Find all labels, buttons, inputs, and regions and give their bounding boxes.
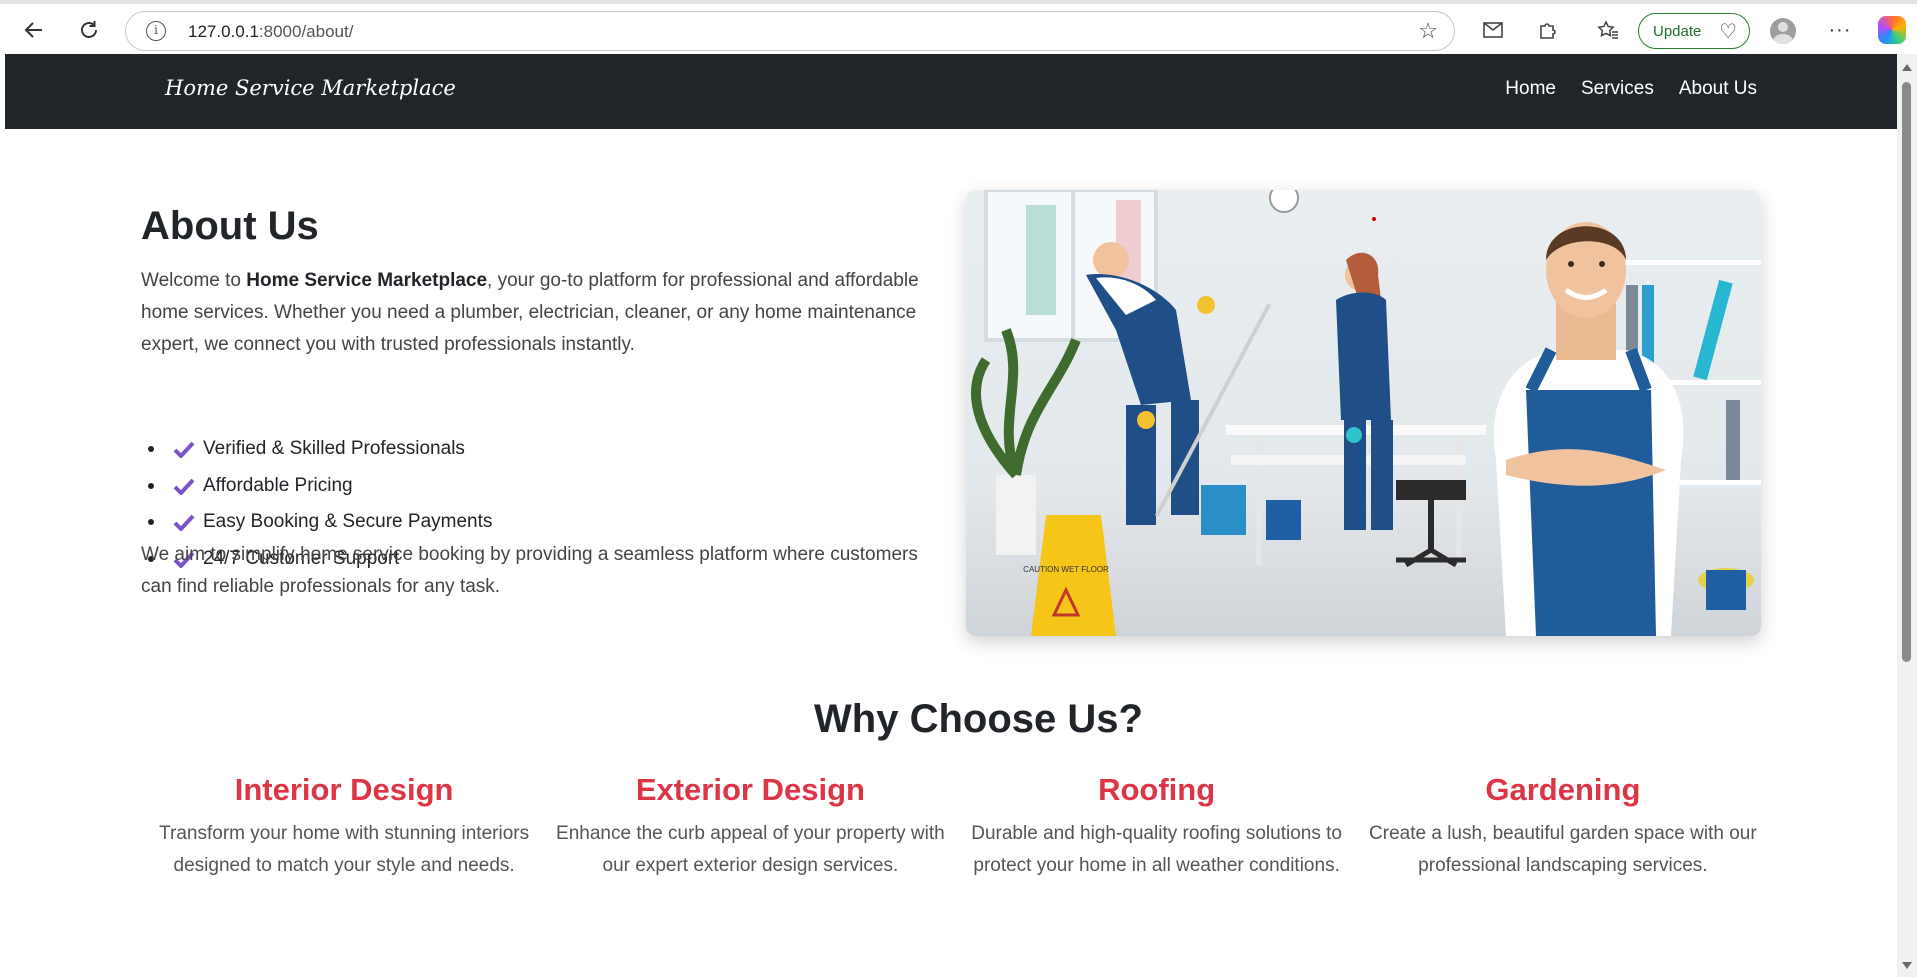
- service-desc: Durable and high-quality roofing solutio…: [971, 823, 1342, 876]
- site-info-icon[interactable]: i: [146, 21, 166, 41]
- scrollbar-thumb[interactable]: [1902, 82, 1911, 662]
- extensions-button[interactable]: [1530, 12, 1566, 48]
- brand-logo[interactable]: Home Service Marketplace: [165, 76, 456, 100]
- list-item: Affordable Pricing: [141, 468, 492, 505]
- service-desc: Transform your home with stunning interi…: [159, 823, 530, 876]
- page-viewport: Home Service Marketplace Home Services A…: [5, 54, 1897, 977]
- reload-button[interactable]: [71, 12, 107, 48]
- update-label: Update: [1653, 22, 1702, 40]
- about-mission: We aim to simplify home service booking …: [141, 544, 918, 597]
- back-button[interactable]: [16, 12, 52, 48]
- service-card-gardening: Gardening Create a lush, beautiful garde…: [1360, 772, 1766, 882]
- wet-floor-sign-text: CAUTION WET FLOOR: [1023, 565, 1109, 574]
- nav-links: Home Services About Us: [1505, 78, 1757, 100]
- check-icon: [173, 514, 195, 532]
- mail-icon: [1483, 22, 1503, 38]
- service-desc: Create a lush, beautiful garden space wi…: [1369, 823, 1757, 876]
- check-icon: [173, 441, 195, 459]
- favorites-button[interactable]: [1590, 12, 1626, 48]
- page-scrollbar[interactable]: [1897, 54, 1917, 977]
- service-desc: Enhance the curb appeal of your property…: [556, 823, 945, 876]
- service-title: Exterior Design: [635, 772, 865, 807]
- back-arrow-icon: [24, 22, 42, 38]
- favorites-list-icon: [1597, 20, 1618, 39]
- service-card-interior: Interior Design Transform your home with…: [141, 772, 547, 882]
- service-title: Interior Design: [234, 772, 454, 807]
- copilot-icon[interactable]: [1878, 16, 1906, 44]
- site-navbar: Home Service Marketplace Home Services A…: [5, 54, 1897, 129]
- service-title: Roofing: [1098, 772, 1216, 807]
- check-icon: [173, 478, 195, 495]
- list-item: Easy Booking & Secure Payments: [141, 504, 492, 541]
- reload-icon: [81, 21, 97, 38]
- nav-services-link[interactable]: Services: [1581, 78, 1654, 100]
- update-button[interactable]: Update ♡: [1638, 13, 1750, 49]
- address-bar[interactable]: i 127.0.0.1:8000/about/ ☆: [125, 11, 1455, 51]
- puzzle-icon: [1540, 23, 1556, 39]
- more-dots-icon: ···: [1828, 18, 1852, 41]
- service-card-exterior: Exterior Design Enhance the curb appeal …: [547, 772, 953, 882]
- browser-toolbar: i 127.0.0.1:8000/about/ ☆ Update ♡ ···: [0, 4, 1917, 54]
- about-title: About Us: [141, 204, 319, 248]
- more-menu-button[interactable]: ···: [1822, 12, 1858, 48]
- favorite-star-icon[interactable]: ☆: [1418, 18, 1438, 44]
- list-item: Verified & Skilled Professionals: [141, 431, 492, 468]
- profile-avatar[interactable]: [1770, 18, 1796, 44]
- scroll-down-arrow-icon[interactable]: [1902, 962, 1912, 969]
- cleaning-team-image: CAUTION WET FLOOR: [966, 190, 1761, 636]
- heart-update-icon: ♡: [1719, 21, 1737, 43]
- nav-about-link[interactable]: About Us: [1679, 78, 1757, 100]
- mail-button[interactable]: [1475, 12, 1511, 48]
- nav-home-link[interactable]: Home: [1505, 78, 1556, 100]
- scroll-up-arrow-icon[interactable]: [1902, 64, 1912, 71]
- about-intro: Welcome to Home Service Marketplace, you…: [141, 270, 919, 355]
- service-card-roofing: Roofing Durable and high-quality roofing…: [954, 772, 1360, 882]
- services-grid: Interior Design Transform your home with…: [141, 772, 1766, 882]
- service-title: Gardening: [1485, 772, 1641, 807]
- url-text: 127.0.0.1:8000/about/: [188, 22, 354, 41]
- why-choose-title: Why Choose Us?: [814, 697, 1143, 741]
